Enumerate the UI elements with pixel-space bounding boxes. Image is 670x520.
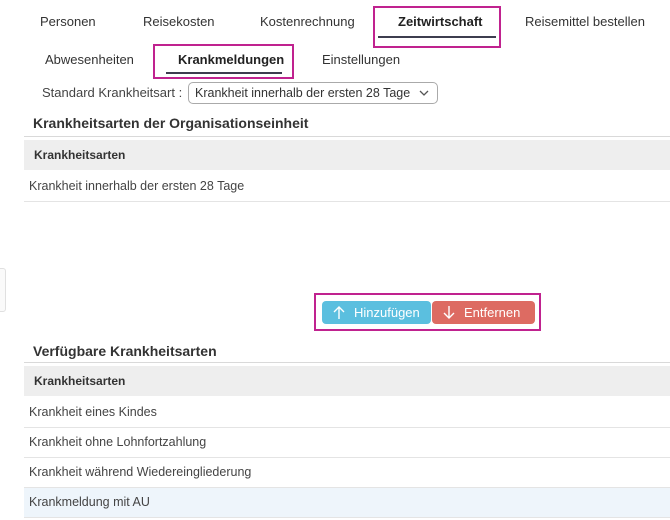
column-header-krankheitsarten: Krankheitsarten bbox=[34, 148, 126, 162]
tab-zeitwirtschaft[interactable]: Zeitwirtschaft bbox=[398, 4, 483, 40]
tab-reisekosten[interactable]: Reisekosten bbox=[143, 4, 215, 40]
available-table-row[interactable]: Krankheit eines Kindes bbox=[24, 398, 670, 428]
tab-abwesenheiten[interactable]: Abwesenheiten bbox=[45, 46, 134, 74]
row-label: Krankheit ohne Lohnfortzahlung bbox=[29, 435, 207, 449]
row-label: Krankheit innerhalb der ersten 28 Tage bbox=[29, 179, 245, 193]
available-table-row[interactable]: Krankheit ohne Lohnfortzahlung bbox=[24, 428, 670, 458]
column-header-krankheitsarten: Krankheitsarten bbox=[34, 374, 126, 388]
arrow-down-icon bbox=[443, 306, 455, 319]
assigned-table-row[interactable]: Krankheit innerhalb der ersten 28 Tage bbox=[24, 172, 670, 202]
row-label: Krankheit während Wiedereingliederung bbox=[29, 465, 252, 479]
side-panel-handle[interactable]: ⋮ bbox=[0, 268, 6, 312]
tab-einstellungen[interactable]: Einstellungen bbox=[322, 46, 400, 74]
active-tab-indicator bbox=[378, 36, 496, 38]
active-subtab-indicator bbox=[166, 72, 282, 74]
standard-krankheitsart-label: Standard Krankheitsart : bbox=[42, 85, 183, 100]
available-table-row[interactable]: Krankheit während Wiedereingliederung bbox=[24, 458, 670, 488]
available-table-header: Krankheitsarten bbox=[24, 366, 670, 396]
available-table-row-selected[interactable]: Krankmeldung mit AU bbox=[24, 488, 670, 518]
remove-button-label: Entfernen bbox=[464, 305, 521, 320]
arrow-up-icon bbox=[333, 306, 345, 319]
available-section-title: Verfügbare Krankheitsarten bbox=[33, 343, 217, 359]
row-label: Krankmeldung mit AU bbox=[29, 495, 150, 509]
tab-reisemittel-bestellen[interactable]: Reisemittel bestellen bbox=[525, 4, 645, 40]
standard-krankheitsart-value: Krankheit innerhalb der ersten 28 Tage bbox=[195, 86, 411, 100]
standard-krankheitsart-select[interactable]: Krankheit innerhalb der ersten 28 Tage bbox=[188, 82, 438, 104]
tab-kostenrechnung[interactable]: Kostenrechnung bbox=[260, 4, 355, 40]
row-label: Krankheit eines Kindes bbox=[29, 405, 157, 419]
section-divider bbox=[24, 362, 670, 363]
assigned-section-title: Krankheitsarten der Organisationseinheit bbox=[33, 115, 309, 131]
drag-handle-icon: ⋮ bbox=[0, 283, 3, 293]
remove-button[interactable]: Entfernen bbox=[432, 301, 535, 324]
add-button-label: Hinzufügen bbox=[354, 305, 420, 320]
tab-personen[interactable]: Personen bbox=[40, 4, 96, 40]
section-divider bbox=[24, 136, 670, 137]
chevron-down-icon bbox=[419, 90, 429, 96]
tab-krankmeldungen[interactable]: Krankmeldungen bbox=[178, 46, 284, 74]
assigned-table-header: Krankheitsarten bbox=[24, 140, 670, 170]
add-button[interactable]: Hinzufügen bbox=[322, 301, 431, 324]
